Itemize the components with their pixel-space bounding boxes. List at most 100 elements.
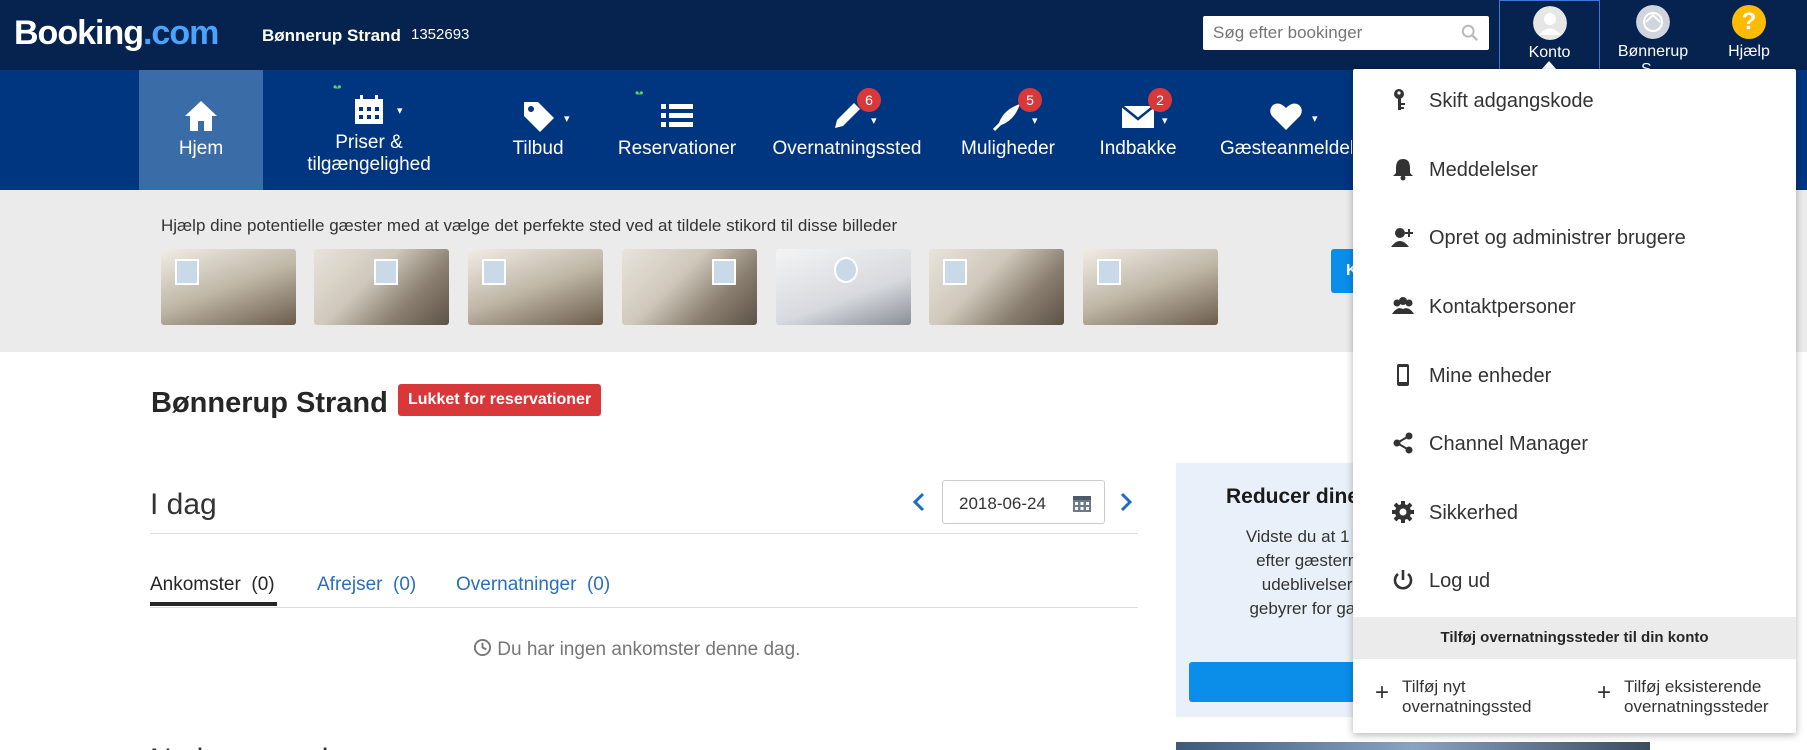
upcoming-heading: Nu kommende [150, 730, 345, 750]
menu-item-channel-manager[interactable]: Channel Manager [1353, 412, 1796, 472]
logo-suffix: .com [142, 14, 219, 52]
calendar-icon [355, 95, 383, 124]
help-button[interactable]: ? Hjælp [1712, 0, 1786, 70]
plus-icon: + [1597, 679, 1612, 706]
menu-item-logout[interactable]: Log ud [1353, 549, 1796, 609]
nav-label-reviews: Gæsteanmeldels [1220, 138, 1352, 159]
nav-item-home[interactable]: Hjem [139, 70, 263, 190]
active-tab-indicator [150, 602, 277, 606]
add-user-icon [1391, 228, 1413, 247]
booking-search [1203, 16, 1489, 50]
property-name: Bønnerup Strand [262, 26, 401, 45]
tab-arrivals[interactable]: Ankomster (0) [150, 574, 275, 596]
property-photo[interactable] [622, 249, 757, 325]
chevron-down-icon: ▾ [871, 115, 877, 127]
nav-label-inbox: Indbakke [1099, 138, 1177, 159]
promo-title: Reducer dine [1226, 485, 1360, 508]
property-photo[interactable] [776, 249, 911, 325]
chevron-right-icon [1120, 492, 1133, 512]
add-new-line2: overnatningssted [1402, 697, 1532, 716]
menu-item-label: Skift adgangskode [1429, 90, 1594, 112]
property-avatar-icon [1636, 5, 1670, 39]
calendar-icon-wrap: •-• ▾ [333, 80, 403, 130]
tab-count: (0) [586, 574, 611, 595]
nav-item-rates-availability[interactable]: •-• ▾ Priser & tilgængelighed [296, 70, 442, 190]
add-properties-section-title: Tilføj overnatningssteder til din konto [1353, 617, 1796, 659]
menu-item-label: Mine enheder [1429, 365, 1552, 387]
menu-item-my-devices[interactable]: Mine enheder [1353, 344, 1796, 404]
chevron-down-icon: ▾ [1162, 115, 1168, 127]
empty-state-message: Du har ingen ankomster denne dag. [473, 638, 800, 661]
nav-item-guest-reviews[interactable]: ▾ Gæsteanmeldels [1220, 70, 1352, 190]
menu-item-label: Channel Manager [1429, 433, 1588, 455]
menu-item-change-password[interactable]: Skift adgangskode [1353, 69, 1796, 129]
logo-text: Booking [14, 14, 144, 52]
tab-stays[interactable]: Overnatninger (0) [456, 574, 610, 596]
clock-icon [473, 638, 492, 657]
plus-icon: + [1375, 679, 1390, 706]
menu-item-label: Log ud [1429, 570, 1491, 592]
share-icon [1393, 432, 1413, 454]
nav-item-opportunities[interactable]: 5 ▾ Muligheder [957, 70, 1059, 190]
nav-item-property[interactable]: 6 ▾ Overnatningssted [768, 70, 926, 190]
date-picker[interactable]: 2018-06-24 [942, 480, 1105, 524]
help-label: Hjælp [1728, 43, 1770, 60]
tag-icon [524, 102, 554, 132]
contacts-icon [1392, 297, 1414, 314]
nav-item-offers[interactable]: ▾ Tilbud [498, 70, 578, 190]
menu-item-manage-users[interactable]: Opret og administrer brugere [1353, 206, 1796, 266]
chevron-down-icon: ▾ [1312, 113, 1318, 125]
heart-icon-wrap: ▾ [1266, 96, 1318, 136]
date-value: 2018-06-24 [959, 494, 1046, 513]
next-day-button[interactable] [1119, 492, 1133, 518]
bell-icon [1393, 159, 1413, 181]
property-photo[interactable] [929, 249, 1064, 325]
chevron-left-icon [912, 492, 925, 512]
property-photo[interactable] [161, 249, 296, 325]
nav-item-inbox[interactable]: 2 ▾ Indbakke [1096, 70, 1180, 190]
previous-day-button[interactable] [912, 492, 926, 518]
list-icon [661, 104, 693, 127]
page-title: Bønnerup Strand [151, 387, 388, 419]
menu-item-contacts[interactable]: Kontaktpersoner [1353, 275, 1796, 335]
envelope-icon-wrap: 2 ▾ [1118, 88, 1172, 136]
chevron-down-icon: ▾ [1032, 115, 1038, 127]
property-menu-button[interactable]: Bønnerup S... [1605, 0, 1701, 78]
menu-item-security[interactable]: Sikkerhed [1353, 481, 1796, 541]
empty-message-text: Du har ingen ankomster denne dag. [497, 639, 801, 660]
status-badge: Lukket for reservationer [398, 384, 602, 416]
list-icon-wrap: •-• [635, 86, 697, 136]
search-input[interactable] [1203, 16, 1443, 50]
home-icon [185, 101, 217, 131]
notification-badge: 6 [857, 88, 881, 112]
menu-item-label: Kontaktpersoner [1429, 296, 1576, 318]
property-id: 1352693 [411, 26, 470, 43]
nav-label-property: Overnatningssted [772, 138, 922, 159]
booking-logo[interactable]: Booking.com [14, 14, 219, 53]
chevron-down-icon: ▾ [564, 113, 570, 125]
user-avatar-icon [1532, 6, 1567, 40]
nav-item-reservations[interactable]: •-• Reservationer [614, 70, 740, 190]
menu-item-notifications[interactable]: Meddelelser [1353, 138, 1796, 198]
tab-departures[interactable]: Afrejser (0) [317, 574, 416, 596]
property-photo[interactable] [314, 249, 449, 325]
account-menu-button[interactable]: Konto [1499, 0, 1600, 70]
nav-label-rates-line2: tilgængelighed [307, 154, 431, 175]
menu-item-label: Opret og administrer brugere [1429, 227, 1686, 249]
tag-icon-wrap: ▾ [518, 96, 570, 136]
property-photo[interactable] [468, 249, 603, 325]
activity-indicator-icon: •-• [333, 80, 342, 94]
notification-badge: 5 [1018, 88, 1042, 112]
key-icon [1394, 89, 1405, 110]
menu-item-label: Meddelelser [1429, 159, 1538, 181]
search-icon[interactable] [1461, 24, 1479, 42]
divider [150, 533, 1138, 534]
today-heading: I dag [150, 488, 217, 521]
calendar-icon [1073, 496, 1091, 512]
menu-item-label: Sikkerhed [1429, 502, 1518, 524]
help-icon: ? [1732, 5, 1766, 39]
activity-indicator-icon: •-• [635, 86, 644, 100]
tab-label: Afrejser [317, 574, 383, 595]
property-photo[interactable] [1083, 249, 1218, 325]
nav-label-rates-line1: Priser & [335, 132, 403, 153]
